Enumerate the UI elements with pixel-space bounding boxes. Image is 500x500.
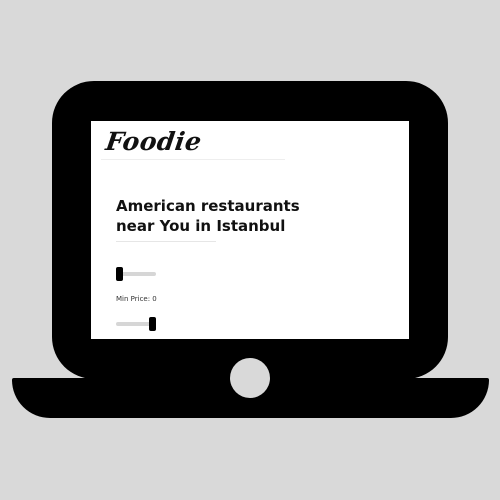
page-title-line-2: near You in Istanbul (116, 217, 286, 235)
slider-thumb[interactable] (149, 317, 156, 331)
trackpad (230, 358, 270, 398)
slider-thumb[interactable] (116, 267, 123, 281)
app-logo[interactable]: Foodie (104, 127, 204, 156)
price-slider-top[interactable] (116, 267, 156, 281)
title-divider (116, 241, 216, 242)
page-title-line-1: American restaurants (116, 197, 300, 215)
price-slider-bottom[interactable] (116, 317, 156, 331)
app-screen: Foodie American restaurants near You in … (91, 121, 409, 339)
min-price-label: Min Price: 0 (116, 295, 157, 303)
page-title: American restaurants near You in Istanbu… (116, 196, 316, 236)
header-divider (101, 159, 285, 160)
